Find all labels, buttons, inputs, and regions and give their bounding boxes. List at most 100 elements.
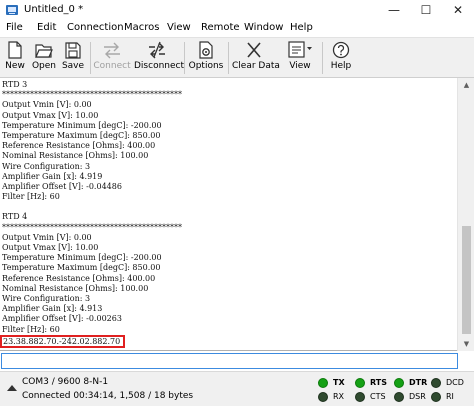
scroll-down-icon[interactable]: ▼: [458, 337, 474, 351]
ri-led-icon: [431, 392, 441, 402]
open-button[interactable]: Open: [30, 40, 58, 76]
menu-view[interactable]: View: [167, 22, 191, 33]
toolbar-separator: [184, 42, 185, 74]
maximize-icon[interactable]: ☐: [410, 0, 442, 20]
terminal-line: Temperature Minimum [degC]: -200.00: [2, 253, 162, 263]
rx-label: RX: [333, 392, 345, 401]
terminal-lines: RTD 3 ***********************************…: [0, 80, 457, 350]
terminal-line: Output Vmax [V]: 10.00: [2, 243, 99, 252]
terminal-line: Reference Resistance [Ohms]: 400.00: [2, 273, 156, 283]
connect-button[interactable]: Connect: [93, 40, 131, 76]
terminal-line: Output Vmin [V]: 0.00: [2, 232, 92, 242]
ri-label: RI: [446, 392, 454, 401]
help-button-label: Help: [330, 61, 352, 71]
terminal-line: Filter [Hz]: 60: [2, 192, 60, 202]
menu-edit[interactable]: Edit: [37, 22, 56, 33]
cts-label: CTS: [370, 392, 386, 401]
terminal-line: RTD 4: [2, 212, 28, 222]
terminal-line: Nominal Resistance [Ohms]: 100.00: [2, 283, 149, 293]
clear-data-button[interactable]: Clear Data: [232, 40, 280, 76]
terminal-line: Output Vmax [V]: 10.00: [2, 110, 99, 120]
tx-label: TX: [333, 378, 345, 387]
connect-arrows-icon: [104, 42, 120, 59]
terminal-line: RTD 3: [2, 80, 28, 89]
menu-file[interactable]: File: [6, 22, 23, 33]
terminal-line: Filter [Hz]: 60: [2, 324, 60, 334]
folder-open-icon: [35, 44, 53, 58]
menu-connection[interactable]: Connection: [67, 22, 124, 33]
view-button-label: View: [289, 61, 311, 71]
window-title: Untitled_0 *: [24, 4, 84, 15]
terminal-line: ****************************************…: [2, 222, 182, 232]
send-input[interactable]: [1, 353, 458, 369]
scrollbar-thumb[interactable]: [462, 226, 471, 334]
terminal-line: Nominal Resistance [Ohms]: 100.00: [2, 151, 149, 161]
terminal-output[interactable]: RTD 3 ***********************************…: [0, 78, 474, 351]
terminal-line: Temperature Maximum [degC]: 850.00: [2, 263, 161, 273]
close-icon[interactable]: ✕: [442, 0, 474, 20]
menu-remote[interactable]: Remote: [201, 22, 240, 33]
save-button-label: Save: [61, 61, 85, 71]
disconnect-button-label: Disconnect: [134, 61, 184, 71]
save-button[interactable]: Save: [60, 40, 86, 76]
new-button[interactable]: New: [3, 40, 27, 76]
terminal-line-wrapper: 23.38.882.70.-242.02.882.70: [0, 334, 457, 350]
vertical-scrollbar[interactable]: ▲ ▼: [457, 78, 474, 351]
cts-led-icon: [355, 392, 365, 402]
minimize-icon[interactable]: —: [378, 0, 410, 20]
menu-macros[interactable]: Macros: [124, 22, 159, 33]
terminal-line: Wire Configuration: 3: [2, 293, 91, 303]
dsr-label: DSR: [409, 392, 426, 401]
save-disk-icon: [65, 42, 81, 59]
toolbar-separator: [322, 42, 323, 74]
highlighted-reading-line: 23.38.882.70.-242.02.882.70: [0, 334, 126, 348]
view-button[interactable]: View: [283, 40, 317, 76]
new-button-label: New: [5, 61, 25, 71]
dcd-label: DCD: [446, 378, 464, 387]
send-input-row: [0, 352, 474, 370]
chevron-down-icon: [307, 47, 312, 50]
terminal-line: Amplifier Offset [V]: -0.00263: [2, 314, 122, 324]
title-bar: Untitled_0 * — ☐ ✕: [0, 0, 474, 20]
connect-button-label: Connect: [93, 61, 131, 71]
toolbar-separator: [90, 42, 91, 74]
new-file-icon: [8, 41, 22, 59]
terminal-line: Temperature Maximum [degC]: 850.00: [2, 130, 161, 140]
help-button[interactable]: Help: [327, 40, 355, 76]
disconnect-button[interactable]: Disconnect: [134, 40, 184, 76]
terminal-line: Output Vmin [V]: 0.00: [2, 100, 92, 110]
menu-help[interactable]: Help: [290, 22, 313, 33]
clear-x-icon: [247, 42, 261, 58]
terminal-line: Amplifier Offset [V]: -0.04486: [2, 181, 122, 191]
collapse-arrow-icon[interactable]: [7, 385, 17, 391]
menu-window[interactable]: Window: [244, 22, 283, 33]
view-terminal-icon: [288, 41, 312, 58]
dtr-label: DTR: [409, 378, 428, 387]
terminal-line: Reference Resistance [Ohms]: 400.00: [2, 141, 156, 151]
help-question-icon: [332, 41, 350, 59]
rx-led-icon: [318, 392, 328, 402]
terminal-line: Amplifier Gain [x]: 4.919: [2, 171, 103, 181]
options-gear-icon: [199, 41, 213, 59]
options-button[interactable]: Options: [188, 40, 224, 76]
port-settings: COM3 / 9600 8-N-1: [22, 377, 109, 387]
disconnect-icon: [149, 41, 165, 59]
rts-label: RTS: [370, 378, 388, 387]
toolbar-separator: [228, 42, 229, 74]
dtr-led-icon: [394, 378, 404, 388]
terminal-line: Wire Configuration: 3: [2, 161, 91, 171]
options-button-label: Options: [188, 61, 224, 71]
connection-status: Connected 00:34:14, 1,508 / 18 bytes: [22, 391, 194, 401]
open-button-label: Open: [31, 61, 57, 71]
status-bar: COM3 / 9600 8-N-1 Connected 00:34:14, 1,…: [0, 371, 474, 406]
rts-led-icon: [355, 378, 365, 388]
dcd-led-icon: [431, 378, 441, 388]
app-icon: [6, 5, 18, 15]
menu-bar: File Edit Connection Macros View Remote …: [0, 20, 474, 37]
terminal-line: Temperature Minimum [degC]: -200.00: [2, 120, 162, 130]
clear-data-button-label: Clear Data: [232, 61, 280, 71]
toolbar: New Open Save Connect Disconnect Options…: [0, 37, 474, 78]
terminal-line: Amplifier Gain [x]: 4.913: [2, 304, 103, 314]
scroll-up-icon[interactable]: ▲: [458, 78, 474, 92]
